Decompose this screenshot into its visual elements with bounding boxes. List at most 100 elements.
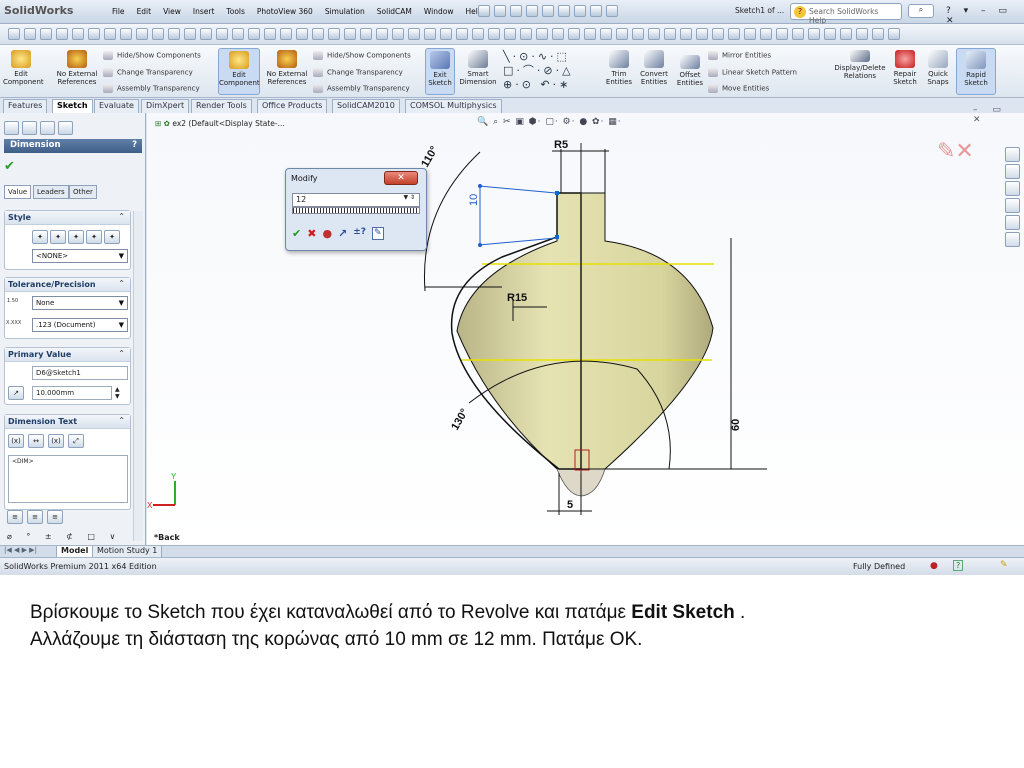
toolbar-icon[interactable] bbox=[472, 28, 484, 40]
menu-photoview[interactable]: PhotoView 360 bbox=[251, 7, 319, 16]
toolbar-icon[interactable] bbox=[792, 28, 804, 40]
dim-130-label[interactable]: 130° bbox=[449, 407, 471, 433]
dimension-name-field[interactable]: D6@Sketch1 bbox=[32, 366, 128, 380]
options-icon[interactable] bbox=[606, 5, 618, 17]
pin-icon[interactable] bbox=[478, 5, 490, 17]
toolbar-icon[interactable] bbox=[728, 28, 740, 40]
primary-value-header[interactable]: Primary Value ⌃ bbox=[5, 348, 130, 362]
style-select[interactable]: <NONE> ▼ bbox=[32, 249, 128, 263]
no-external-references-button[interactable]: No External References bbox=[56, 48, 98, 86]
menu-simulation[interactable]: Simulation bbox=[319, 7, 371, 16]
toolbar-icon[interactable] bbox=[280, 28, 292, 40]
dim-r15-label[interactable]: R15 bbox=[507, 292, 527, 304]
thumbwheel-slider[interactable] bbox=[292, 207, 420, 214]
mirror-entities-button[interactable]: Mirror Entities bbox=[708, 51, 771, 60]
help-status-icon[interactable]: ? bbox=[953, 560, 964, 571]
dimension-value-field[interactable]: 10.000mm bbox=[32, 386, 112, 400]
toolbar-icon[interactable] bbox=[344, 28, 356, 40]
toolbar-icon[interactable] bbox=[856, 28, 868, 40]
style-add-icon[interactable]: ✦ bbox=[32, 230, 48, 244]
toolbar-icon[interactable] bbox=[552, 28, 564, 40]
dim-5-label[interactable]: 5 bbox=[567, 499, 573, 511]
close-button[interactable]: ✕ bbox=[384, 171, 418, 185]
toolbar-icon[interactable] bbox=[760, 28, 772, 40]
toolbar-icon[interactable] bbox=[840, 28, 852, 40]
text-center-icon[interactable]: ↔ bbox=[28, 434, 44, 448]
toolbar-icon[interactable] bbox=[744, 28, 756, 40]
panel-scrollbar[interactable] bbox=[133, 211, 143, 541]
rebuild-icon[interactable] bbox=[590, 5, 602, 17]
menu-insert[interactable]: Insert bbox=[187, 7, 221, 16]
exit-sketch-button[interactable]: Exit Sketch bbox=[425, 48, 455, 95]
tab-sketch[interactable]: Sketch bbox=[52, 99, 93, 113]
change-transparency-button-2[interactable]: Change Transparency bbox=[313, 68, 403, 77]
rebuild-icon[interactable]: ● bbox=[322, 227, 332, 240]
save-icon[interactable] bbox=[526, 5, 538, 17]
toolbar-icon[interactable] bbox=[232, 28, 244, 40]
tab-features[interactable]: Features bbox=[3, 99, 48, 113]
toolbar-icon[interactable] bbox=[392, 28, 404, 40]
edit-component-button-active[interactable]: Edit Component bbox=[218, 48, 260, 95]
ok-check-icon[interactable]: ✔ bbox=[4, 159, 15, 174]
hide-show-components-button[interactable]: Hide/Show Components bbox=[103, 51, 201, 60]
configuration-manager-icon[interactable] bbox=[40, 121, 55, 135]
dim-r5-label[interactable]: R5 bbox=[554, 139, 568, 151]
dimension-text-header[interactable]: Dimension Text ⌃ bbox=[5, 415, 130, 429]
toolbar-icon[interactable] bbox=[264, 28, 276, 40]
dim-10-label[interactable]: 10 bbox=[468, 194, 480, 206]
print-icon[interactable] bbox=[542, 5, 554, 17]
ok-check-icon[interactable]: ✔ bbox=[292, 227, 301, 240]
style-save-icon[interactable]: ✦ bbox=[86, 230, 102, 244]
trim-entities-button[interactable]: Trim Entities bbox=[604, 48, 634, 86]
feature-manager-icon[interactable] bbox=[4, 121, 19, 135]
toolbar-icon[interactable] bbox=[776, 28, 788, 40]
dimension-text-area[interactable]: <DIM> bbox=[8, 455, 128, 503]
toolbar-icon[interactable] bbox=[200, 28, 212, 40]
toolbar-icon[interactable] bbox=[40, 28, 52, 40]
menu-view[interactable]: View bbox=[157, 7, 187, 16]
style-delete-icon[interactable]: ✦ bbox=[68, 230, 84, 244]
tab-solidcam[interactable]: SolidCAM2010 bbox=[332, 99, 400, 113]
toolbar-icon[interactable] bbox=[824, 28, 836, 40]
convert-entities-button[interactable]: Convert Entities bbox=[636, 48, 672, 86]
toolbar-icon[interactable] bbox=[168, 28, 180, 40]
toolbar-icon[interactable] bbox=[680, 28, 692, 40]
toolbar-icon[interactable] bbox=[456, 28, 468, 40]
appearance-manager-icon[interactable] bbox=[58, 121, 73, 135]
mark-dimension-icon[interactable]: ✎ bbox=[372, 227, 384, 240]
text-offset-icon[interactable]: ⤢ bbox=[68, 434, 84, 448]
subtab-leaders[interactable]: Leaders bbox=[33, 185, 69, 199]
part-body[interactable] bbox=[456, 192, 714, 470]
text-inspection-icon[interactable]: (x) bbox=[48, 434, 64, 448]
symbol-buttons[interactable]: ⌀ ° ± ⊄ □ ∨ bbox=[7, 532, 121, 541]
no-external-references-button-2[interactable]: No External References bbox=[264, 48, 310, 86]
toolbar-icon[interactable] bbox=[88, 28, 100, 40]
dim-110-label[interactable]: 110° bbox=[419, 144, 440, 169]
tab-scroll-arrows[interactable]: |◀ ◀ ▶ ▶| bbox=[4, 546, 37, 554]
help-search-input[interactable]: ? Search SolidWorks Help bbox=[790, 3, 902, 25]
toolbar-icon[interactable] bbox=[248, 28, 260, 40]
toolbar-icon[interactable] bbox=[136, 28, 148, 40]
style-load-icon[interactable]: ✦ bbox=[104, 230, 120, 244]
menu-edit[interactable]: Edit bbox=[131, 7, 158, 16]
style-update-icon[interactable]: ✦ bbox=[50, 230, 66, 244]
move-entities-button[interactable]: Move Entities bbox=[708, 84, 769, 93]
subtab-other[interactable]: Other bbox=[69, 185, 97, 199]
toolbar-icon[interactable] bbox=[24, 28, 36, 40]
toolbar-icon[interactable] bbox=[536, 28, 548, 40]
open-icon[interactable] bbox=[510, 5, 522, 17]
sketch-entity-tools[interactable]: ╲·⊙·∿·⬚ □·⌒·⊘·△ ⊕·⊙ ↶·∗ bbox=[503, 50, 595, 92]
tab-evaluate[interactable]: Evaluate bbox=[94, 99, 139, 113]
menu-window[interactable]: Window bbox=[418, 7, 460, 16]
tab-render-tools[interactable]: Render Tools bbox=[191, 99, 252, 113]
quick-snaps-button[interactable]: Quick Snaps bbox=[923, 48, 953, 86]
toolbar-icon[interactable] bbox=[648, 28, 660, 40]
tolerance-group-header[interactable]: Tolerance/Precision ⌃ bbox=[5, 278, 130, 292]
menu-file[interactable]: File bbox=[106, 7, 131, 16]
toolbar-icon[interactable] bbox=[696, 28, 708, 40]
subtab-value[interactable]: Value bbox=[4, 185, 32, 199]
text-parentheses-icon[interactable]: (x) bbox=[8, 434, 24, 448]
dim-handle[interactable] bbox=[478, 243, 482, 247]
hide-show-components-button-2[interactable]: Hide/Show Components bbox=[313, 51, 411, 60]
search-icon[interactable]: ⌕ bbox=[908, 4, 934, 18]
